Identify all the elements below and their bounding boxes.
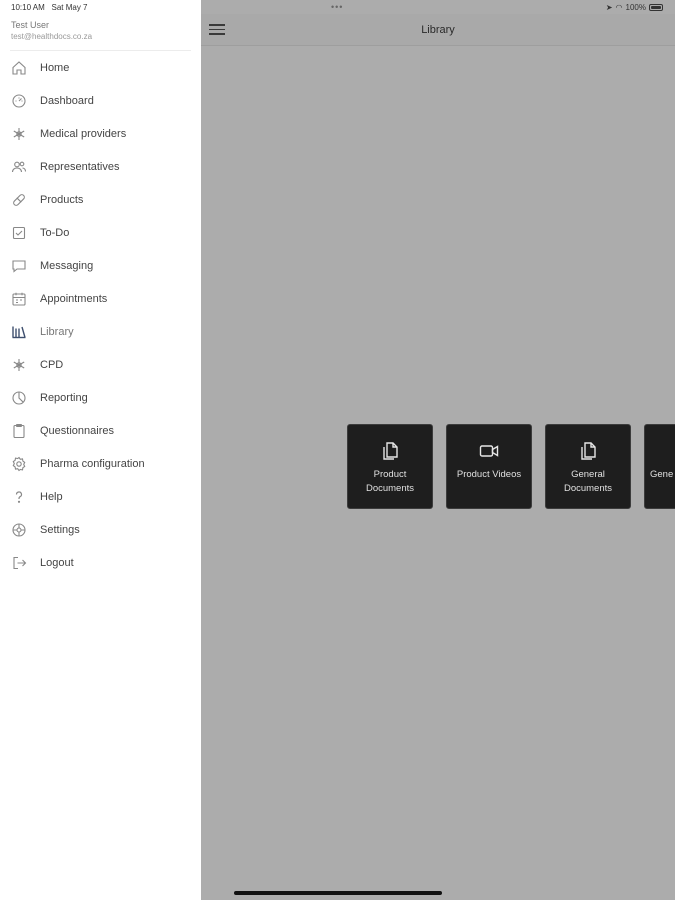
status-indicators: ➤ ◠ 100% [606, 3, 663, 12]
pie-chart-icon [10, 389, 27, 406]
user-email: test@healthdocs.co.za [11, 32, 93, 41]
sidebar-item-reporting[interactable]: Reporting [0, 381, 201, 414]
sidebar-item-logout[interactable]: Logout [0, 546, 201, 579]
checkbox-icon [10, 224, 27, 241]
star-of-life-icon [10, 356, 27, 373]
sidebar-item-products[interactable]: Products [0, 183, 201, 216]
sidebar-item-questionnaires[interactable]: Questionnaires [0, 414, 201, 447]
wifi-icon: ◠ [615, 3, 623, 12]
tile-general-documents[interactable]: General Documents [545, 424, 631, 509]
tile-product-documents[interactable]: Product Documents [347, 424, 433, 509]
sidebar-item-pharma-configuration[interactable]: Pharma configuration [0, 447, 201, 480]
location-icon: ➤ [605, 3, 613, 12]
sidebar-item-label: Settings [40, 523, 80, 536]
dashboard-icon [10, 92, 27, 109]
sidebar-item-label: Questionnaires [40, 424, 114, 437]
sidebar-item-label: CPD [40, 358, 64, 371]
documents-icon [577, 440, 599, 462]
battery-percent: 100% [625, 3, 646, 12]
sidebar-item-label: Reporting [40, 391, 88, 404]
home-indicator[interactable] [234, 891, 442, 895]
library-icon [10, 323, 27, 340]
sidebar-item-label: Logout [40, 556, 74, 569]
people-icon [10, 158, 27, 175]
sidebar-item-label: Home [40, 61, 70, 74]
sidebar-item-label: Pharma configuration [40, 457, 145, 470]
sidebar-item-dashboard[interactable]: Dashboard [0, 84, 201, 117]
pill-icon [10, 191, 27, 208]
gear-icon [10, 455, 27, 472]
main-content: ••• ➤ ◠ 100% Library Product Documents P… [201, 0, 675, 900]
sidebar-item-representatives[interactable]: Representatives [0, 150, 201, 183]
tile-product-videos[interactable]: Product Videos [446, 424, 532, 509]
sidebar: 10:10 AM Sat May 7 Test User test@health… [0, 0, 201, 900]
video-camera-icon [478, 440, 500, 462]
sidebar-item-label: Representatives [40, 160, 120, 173]
library-tiles: Product Documents Product Videos General… [347, 424, 675, 509]
sidebar-item-label: To-Do [40, 226, 70, 239]
home-icon [10, 59, 27, 76]
tile-label: Gene [650, 469, 674, 480]
sidebar-item-label: Messaging [40, 259, 94, 272]
sidebar-item-label: Dashboard [40, 94, 94, 107]
tile-label: Product Documents [365, 469, 415, 494]
tile-label: General Documents [563, 469, 613, 494]
clipboard-icon [10, 422, 27, 439]
sidebar-item-settings[interactable]: Settings [0, 513, 201, 546]
battery-icon [649, 4, 663, 11]
sidebar-item-cpd[interactable]: CPD [0, 348, 201, 381]
logout-icon [10, 554, 27, 571]
sidebar-item-label: Products [40, 193, 84, 206]
sidebar-item-library[interactable]: Library [0, 315, 201, 348]
app-header: Library [201, 14, 675, 46]
sidebar-item-label: Appointments [40, 292, 108, 305]
settings-icon [10, 521, 27, 538]
sidebar-item-label: Help [40, 490, 63, 503]
status-time: 10:10 AM Sat May 7 [11, 3, 88, 12]
question-icon [10, 488, 27, 505]
sidebar-item-help[interactable]: Help [0, 480, 201, 513]
sidebar-item-label: Library [40, 325, 74, 338]
sidebar-item-label: Medical providers [40, 127, 127, 140]
tile-general-videos[interactable]: Gene [644, 424, 675, 509]
multitasking-dots[interactable]: ••• [331, 2, 343, 12]
user-name: Test User [11, 20, 50, 30]
sidebar-item-home[interactable]: Home [0, 51, 201, 84]
calendar-icon [10, 290, 27, 307]
chat-icon [10, 257, 27, 274]
sidebar-nav: Home Dashboard Medical providers Represe… [0, 51, 201, 579]
star-of-life-icon [10, 125, 27, 142]
page-title: Library [421, 24, 455, 36]
sidebar-item-messaging[interactable]: Messaging [0, 249, 201, 282]
sidebar-item-todo[interactable]: To-Do [0, 216, 201, 249]
tile-label: Product Videos [456, 469, 522, 480]
documents-icon [379, 440, 401, 462]
sidebar-item-medical-providers[interactable]: Medical providers [0, 117, 201, 150]
sidebar-item-appointments[interactable]: Appointments [0, 282, 201, 315]
